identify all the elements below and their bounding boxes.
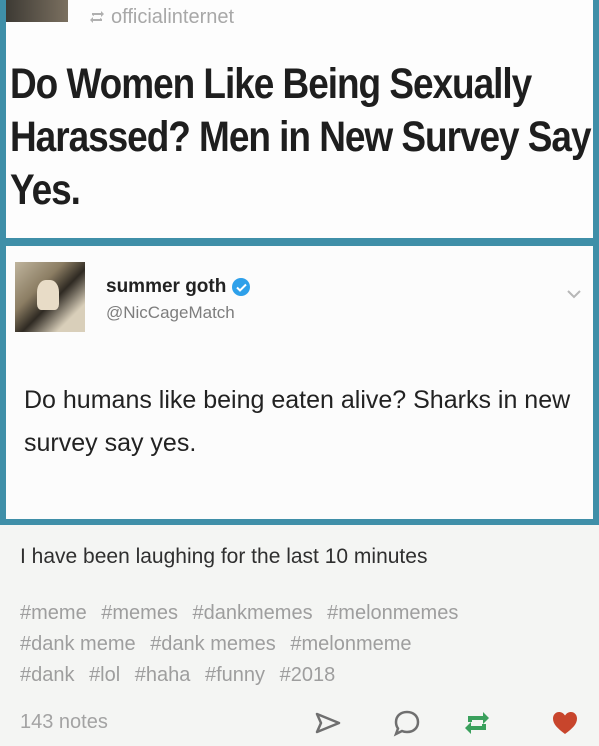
share-icon[interactable] — [311, 706, 345, 740]
article-headline: Do Women Like Being Sexually Harassed? M… — [10, 60, 592, 214]
tag-link[interactable]: #haha — [135, 664, 191, 686]
tag-link[interactable]: #meme — [20, 602, 87, 624]
tag-link[interactable]: #2018 — [280, 664, 336, 686]
reblogger-avatar[interactable] — [6, 0, 68, 22]
tweet-text: Do humans like being eaten alive? Sharks… — [24, 386, 571, 457]
verified-badge-icon — [232, 278, 251, 296]
reblog-icon[interactable] — [460, 706, 494, 740]
tag-link[interactable]: #dank meme — [20, 633, 136, 655]
embedded-screenshot-frame: officialinternet Do Women Like Being Sex… — [0, 0, 599, 525]
tag-link[interactable]: #dankmemes — [193, 602, 313, 624]
tweet-avatar[interactable] — [15, 262, 85, 332]
article-card: officialinternet Do Women Like Being Sex… — [6, 0, 593, 238]
tag-link[interactable]: #dank memes — [150, 633, 276, 655]
reblog-username[interactable]: officialinternet — [111, 6, 234, 29]
tweet-handle[interactable]: @NicCageMatch — [106, 303, 235, 323]
reblog-small-icon — [89, 10, 105, 24]
tag-link[interactable]: #lol — [89, 664, 120, 686]
tag-link[interactable]: #melonmeme — [290, 633, 411, 655]
reblog-attribution[interactable]: officialinternet — [89, 6, 234, 28]
tag-link[interactable]: #funny — [205, 664, 265, 686]
tweet-card: summer goth @NicCageMatch Do humans like… — [6, 246, 593, 519]
tweet-display-name[interactable]: summer goth — [106, 276, 226, 298]
post-tags: #meme #memes #dankmemes #melonmemes #dan… — [20, 598, 590, 691]
reply-icon[interactable] — [390, 706, 424, 740]
like-icon[interactable] — [548, 706, 582, 740]
post-actions — [0, 706, 599, 742]
tag-link[interactable]: #dank — [20, 664, 75, 686]
tweet-author[interactable]: summer goth — [106, 276, 251, 298]
tag-link[interactable]: #melonmemes — [327, 602, 458, 624]
chevron-down-icon[interactable] — [567, 286, 581, 304]
tag-link[interactable]: #memes — [101, 602, 178, 624]
post-caption: I have been laughing for the last 10 min… — [20, 545, 428, 568]
